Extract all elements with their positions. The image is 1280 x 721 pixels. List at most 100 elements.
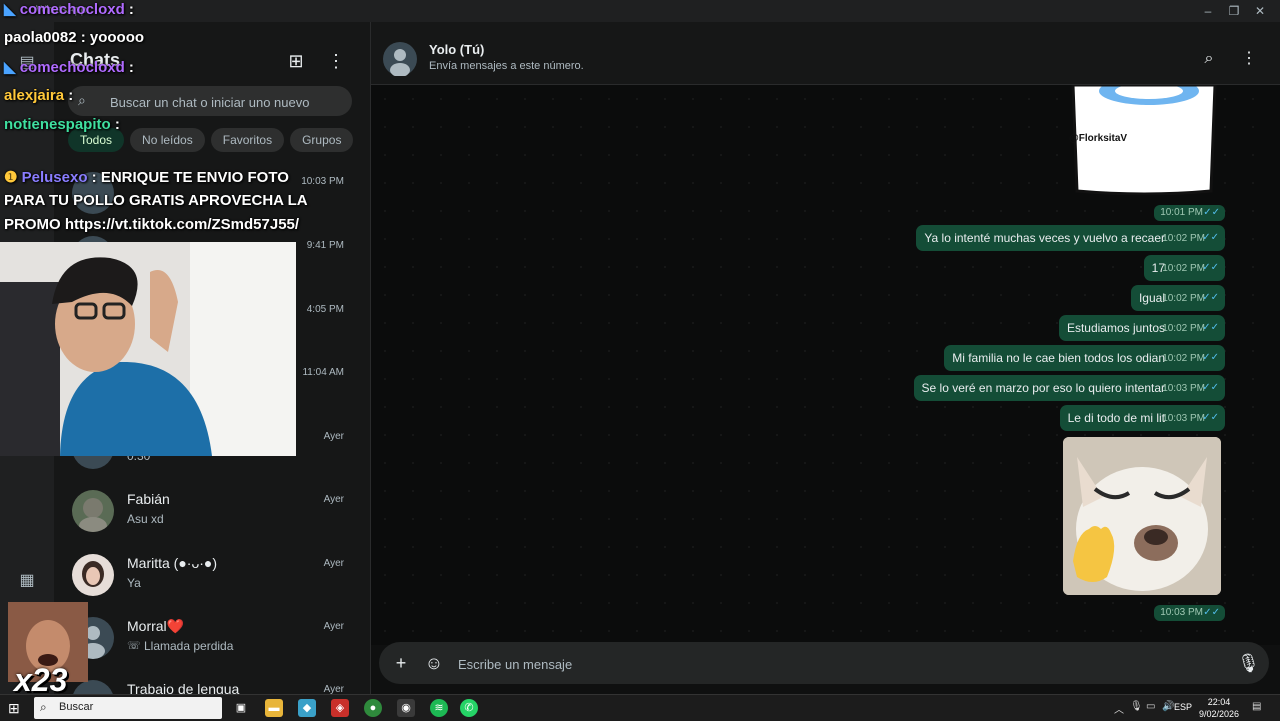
language-indicator[interactable]: ESP bbox=[1174, 702, 1192, 712]
store-icon[interactable]: ◆ bbox=[298, 699, 316, 717]
chat-row[interactable]: 10:03 PM bbox=[54, 162, 370, 224]
image-message[interactable] bbox=[1063, 437, 1221, 595]
search-icon[interactable]: ⌕ bbox=[1198, 48, 1220, 70]
contact-name: Yolo (Tú) bbox=[429, 42, 485, 57]
whatsapp-icon[interactable]: ✆ bbox=[460, 699, 478, 717]
message-time: 10:03 PM bbox=[1162, 383, 1205, 394]
message-time: 10:02 PM bbox=[1162, 233, 1205, 244]
read-ticks-icon: ✓✓ bbox=[1202, 232, 1219, 243]
chat-preview: Ya bbox=[127, 576, 141, 590]
spotify-icon[interactable]: ≋ bbox=[430, 699, 448, 717]
message-time: 10:03 PM bbox=[1162, 413, 1205, 424]
missed-call-icon: ☏ bbox=[127, 640, 141, 652]
read-ticks-icon: ✓✓ bbox=[1202, 352, 1219, 363]
contact-avatar[interactable] bbox=[383, 42, 417, 77]
search-bar[interactable]: ⌕ bbox=[68, 86, 352, 116]
obs-icon[interactable]: ◉ bbox=[397, 699, 415, 717]
message-time: 10:02 PM bbox=[1162, 323, 1205, 334]
chat-row[interactable]: Maritta (●·ᴗ·●) Ya Ayer bbox=[54, 544, 370, 606]
search-input[interactable] bbox=[108, 91, 342, 113]
chat-time: 9:41 PM bbox=[306, 240, 344, 251]
chat-time: 10:03 PM bbox=[301, 176, 344, 187]
message-composer: + ☺ 🎙 bbox=[379, 642, 1269, 684]
read-ticks-icon: ✓✓ bbox=[1202, 322, 1219, 333]
chat-name: Fabián bbox=[127, 491, 170, 507]
message-bubble[interactable]: Igual 10:02 PM ✓✓ bbox=[1130, 285, 1225, 311]
message-time: 10:02 PM bbox=[1162, 263, 1205, 274]
sticker-icon[interactable]: ☺ bbox=[424, 653, 444, 673]
microphone-icon[interactable]: 🎙 bbox=[1237, 653, 1260, 673]
chat-time: Ayer bbox=[323, 494, 344, 505]
message-bubble[interactable]: Le di todo de mi lit 10:03 PM ✓✓ bbox=[1059, 405, 1225, 431]
chat-name: Maritta (●·ᴗ·●) bbox=[127, 555, 218, 571]
message-input[interactable] bbox=[456, 653, 1220, 675]
read-ticks-icon: ✓✓ bbox=[1202, 262, 1219, 273]
avatar bbox=[72, 172, 114, 214]
filter-unread[interactable]: No leídos bbox=[130, 128, 205, 152]
chat-time: Ayer bbox=[323, 684, 344, 694]
chat-preview: Asu xd bbox=[127, 512, 164, 526]
message-bubble[interactable]: Estudiamos juntos 10:02 PM ✓✓ bbox=[1058, 315, 1225, 341]
avatar bbox=[72, 490, 114, 532]
filter-favorites[interactable]: Favoritos bbox=[210, 128, 285, 152]
conversation-header[interactable]: Yolo (Tú) Envía mensajes a este número. … bbox=[371, 22, 1280, 85]
message-text: Se lo veré en marzo por eso lo quiero in… bbox=[921, 381, 1165, 395]
chat-preview: Llamada perdida bbox=[144, 639, 234, 653]
taskbar-clock[interactable]: 22:04 9/02/2026 bbox=[1198, 696, 1240, 720]
app-title: WhatsApp bbox=[36, 4, 87, 16]
taskbar-search-label: Buscar bbox=[59, 701, 94, 713]
task-view-icon[interactable]: ▣ bbox=[232, 699, 250, 717]
message-time: 10:01 PM bbox=[1160, 207, 1203, 218]
chats-icon[interactable]: ▤ bbox=[17, 52, 37, 72]
minimize-icon[interactable]: – bbox=[1198, 3, 1218, 19]
message-text: Estudiamos juntos bbox=[1066, 321, 1165, 335]
chat-time: 4:05 PM bbox=[306, 304, 344, 315]
notifications-icon[interactable]: ▤ bbox=[1252, 701, 1261, 712]
emote-combo: x23 bbox=[8, 602, 88, 698]
microphone-icon[interactable]: 🎙 bbox=[1130, 701, 1143, 712]
new-chat-icon[interactable]: ⊞ bbox=[285, 50, 307, 72]
media-icon[interactable]: ▦ bbox=[17, 570, 37, 590]
message-bubble[interactable]: 17 10:02 PM ✓✓ bbox=[1143, 255, 1225, 281]
message-bubble[interactable]: Ya lo intenté muchas veces y vuelvo a re… bbox=[916, 225, 1225, 251]
chrome-icon[interactable]: ● bbox=[364, 699, 382, 717]
volume-icon[interactable]: 🔊 bbox=[1162, 701, 1174, 712]
maximize-icon[interactable]: ❐ bbox=[1224, 3, 1244, 19]
read-ticks-icon: ✓✓ bbox=[1203, 607, 1220, 618]
message-time: 10:02 PM bbox=[1162, 293, 1205, 304]
windows-taskbar: ⊞ ⌕ Buscar ▣ ▬ ◆ ◈ ● ◉ ≋ ✆ ︿ 🎙 ▭ 🔊 ESP 2… bbox=[0, 694, 1280, 721]
webcam-overlay bbox=[0, 242, 296, 456]
filter-tabs: Todos No leídos Favoritos Grupos bbox=[68, 128, 359, 154]
chat-time: 11:04 AM bbox=[302, 367, 344, 378]
sticker-message[interactable]: @FlorksitaV bbox=[1065, 85, 1225, 195]
image-time: 10:03 PM ✓✓ bbox=[1154, 605, 1225, 621]
menu-dots-icon[interactable]: ⋮ bbox=[1238, 48, 1260, 70]
menu-dots-icon[interactable]: ⋮ bbox=[325, 50, 347, 72]
attach-plus-icon[interactable]: + bbox=[391, 653, 411, 673]
app-icon[interactable]: ◈ bbox=[331, 699, 349, 717]
taskbar-search[interactable]: ⌕ Buscar bbox=[34, 697, 222, 719]
chat-row[interactable]: Fabián Asu xd Ayer bbox=[54, 480, 370, 542]
clock-time: 22:04 bbox=[1207, 697, 1231, 707]
message-bubble[interactable]: Mi familia no le cae bien todos los odia… bbox=[944, 345, 1225, 371]
read-ticks-icon: ✓✓ bbox=[1202, 382, 1219, 393]
network-icon[interactable]: ▭ bbox=[1146, 701, 1155, 712]
filter-groups[interactable]: Grupos bbox=[290, 128, 354, 152]
chat-row[interactable]: Trabajo de lengua Ayer bbox=[54, 670, 370, 694]
conversation-panel: Yolo (Tú) Envía mensajes a este número. … bbox=[371, 22, 1280, 694]
file-explorer-icon[interactable]: ▬ bbox=[265, 699, 283, 717]
message-bubble[interactable]: Se lo veré en marzo por eso lo quiero in… bbox=[913, 375, 1225, 401]
chats-title: Chats bbox=[70, 50, 121, 70]
chat-row[interactable]: Morral❤️ Llamada perdida ☏ Ayer bbox=[54, 607, 370, 669]
chat-time: Ayer bbox=[323, 558, 344, 569]
message-list: @FlorksitaV 10:01 PM ✓✓ Ya lo intenté muc… bbox=[371, 85, 1280, 645]
clock-date: 9/02/2026 bbox=[1198, 709, 1240, 719]
tray-chevron-icon[interactable]: ︿ bbox=[1114, 701, 1124, 716]
chat-time: Ayer bbox=[323, 621, 344, 632]
windows-start-icon[interactable]: ⊞ bbox=[8, 700, 24, 716]
avatar bbox=[72, 554, 114, 596]
close-icon[interactable]: ✕ bbox=[1250, 3, 1270, 19]
sticker-caption: @FlorksitaV bbox=[1069, 133, 1128, 144]
filter-all[interactable]: Todos bbox=[68, 128, 125, 152]
read-ticks-icon: ✓✓ bbox=[1203, 207, 1220, 218]
